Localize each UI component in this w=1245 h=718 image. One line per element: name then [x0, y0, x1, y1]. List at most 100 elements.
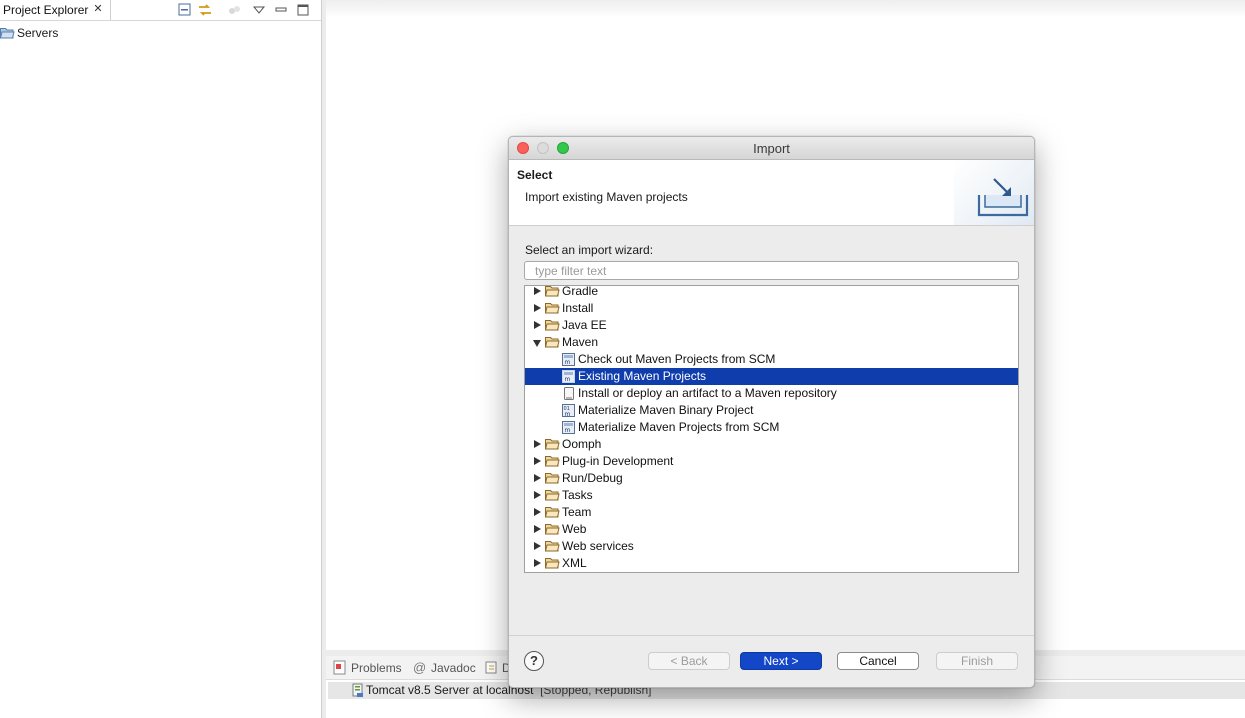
- folder-open-icon: [0, 27, 15, 42]
- collapse-arrow-icon[interactable]: [533, 340, 541, 347]
- tree-item-label: XML: [562, 556, 587, 570]
- tab-label: Javadoc: [431, 661, 476, 675]
- tree-item-maven[interactable]: Maven: [525, 334, 1018, 351]
- expand-arrow-icon[interactable]: [534, 457, 541, 465]
- expand-arrow-icon[interactable]: [534, 508, 541, 516]
- folder-icon: [544, 506, 560, 521]
- tree-item-label: Plug-in Development: [562, 454, 674, 468]
- project-explorer-tabbar: Project Explorer ✕: [0, 0, 321, 21]
- tree-item-label: Tasks: [562, 488, 593, 502]
- dialog-title: Import: [753, 141, 790, 156]
- expand-arrow-icon[interactable]: [534, 542, 541, 550]
- tree-item-web-services[interactable]: Web services: [525, 538, 1018, 555]
- maximize-icon[interactable]: [295, 2, 311, 18]
- tree-item-plugin-development[interactable]: Plug-in Development: [525, 453, 1018, 470]
- close-icon[interactable]: ✕: [92, 3, 104, 15]
- wizard-body: Select an import wizard: Gradle Install …: [509, 226, 1034, 636]
- svg-text:m: m: [565, 411, 571, 418]
- expand-arrow-icon[interactable]: [534, 491, 541, 499]
- expand-arrow-icon[interactable]: [534, 321, 541, 329]
- folder-icon: [544, 286, 560, 300]
- tree-item-label: Install: [562, 301, 594, 315]
- tab-declaration[interactable]: D: [484, 660, 511, 676]
- expand-arrow-icon[interactable]: [534, 559, 541, 567]
- expand-arrow-icon[interactable]: [534, 440, 541, 448]
- tree-item-materialize-scm[interactable]: m Materialize Maven Projects from SCM: [525, 419, 1018, 436]
- import-dialog: Import Select Import existing Maven proj…: [508, 136, 1035, 688]
- tree-item-label: Install or deploy an artifact to a Maven…: [578, 386, 837, 400]
- tree-item-java-ee[interactable]: Java EE: [525, 317, 1018, 334]
- folder-icon: [544, 319, 560, 334]
- expand-arrow-icon[interactable]: [534, 287, 541, 295]
- tree-item-install[interactable]: Install: [525, 300, 1018, 317]
- declaration-icon: [485, 661, 497, 674]
- folder-icon: [544, 438, 560, 453]
- finish-button[interactable]: Finish: [936, 652, 1018, 670]
- dialog-titlebar[interactable]: Import: [509, 137, 1034, 160]
- tree-item-materialize-binary[interactable]: 01 m Materialize Maven Binary Project: [525, 402, 1018, 419]
- back-button[interactable]: < Back: [648, 652, 730, 670]
- link-with-editor-icon[interactable]: [197, 2, 213, 18]
- tree-item-oomph[interactable]: Oomph: [525, 436, 1018, 453]
- wizard-tree[interactable]: Gradle Install Java EE Maven m Check out…: [524, 285, 1019, 573]
- cancel-button[interactable]: Cancel: [837, 652, 919, 670]
- folder-icon: [544, 540, 560, 555]
- tree-item-label: Gradle: [562, 285, 599, 298]
- folder-icon: [544, 523, 560, 538]
- tab-javadoc[interactable]: @ Javadoc: [412, 660, 480, 676]
- problems-icon: [333, 660, 346, 675]
- folder-open-icon: [544, 336, 560, 351]
- wizard-page-description: Import existing Maven projects: [525, 190, 688, 204]
- expand-arrow-icon[interactable]: [534, 474, 541, 482]
- tree-item-label: Team: [562, 505, 592, 519]
- tab-problems[interactable]: Problems: [332, 660, 412, 676]
- project-explorer-view: Project Explorer ✕ Servers: [0, 0, 322, 718]
- folder-icon: [544, 557, 560, 572]
- tree-item-checkout-maven-scm[interactable]: m Check out Maven Projects from SCM: [525, 351, 1018, 368]
- filter-input[interactable]: [524, 261, 1019, 280]
- server-icon: [352, 683, 363, 697]
- tree-item-web[interactable]: Web: [525, 521, 1018, 538]
- tree-item-label: Check out Maven Projects from SCM: [578, 352, 776, 366]
- tree-item-label: Web services: [562, 539, 634, 553]
- expand-arrow-icon[interactable]: [534, 304, 541, 312]
- tree-item-gradle[interactable]: Gradle: [525, 285, 1018, 300]
- svg-text:m: m: [565, 427, 571, 434]
- at-icon: @: [413, 660, 427, 675]
- folder-icon: [544, 472, 560, 487]
- tab-label: Project Explorer: [3, 3, 89, 17]
- tree-item-xml[interactable]: XML: [525, 555, 1018, 572]
- tree-item-label: Materialize Maven Binary Project: [578, 403, 754, 417]
- minimize-icon[interactable]: [273, 2, 289, 18]
- wizard-list-label: Select an import wizard:: [525, 243, 654, 257]
- svg-text:m: m: [565, 359, 571, 366]
- wizard-page-title: Select: [517, 168, 553, 182]
- tree-item-team[interactable]: Team: [525, 504, 1018, 521]
- tree-item-run-debug[interactable]: Run/Debug: [525, 470, 1018, 487]
- tree-item-label: Run/Debug: [562, 471, 623, 485]
- folder-icon: [544, 489, 560, 504]
- next-button[interactable]: Next >: [740, 652, 822, 670]
- tree-item-label: Maven: [562, 335, 599, 349]
- footer-separator: [509, 635, 1034, 636]
- help-button[interactable]: ?: [524, 651, 544, 671]
- tab-project-explorer[interactable]: Project Explorer ✕: [0, 0, 111, 20]
- tree-item-label: Materialize Maven Projects from SCM: [578, 420, 780, 434]
- tree-item-label: Web: [562, 522, 587, 536]
- collapse-all-icon[interactable]: [177, 2, 193, 18]
- tree-item-label: Existing Maven Projects: [578, 369, 707, 383]
- view-menu-icon[interactable]: [251, 2, 267, 18]
- import-wizard-icon: [977, 178, 1029, 217]
- editor-top-shadow: [326, 0, 1245, 18]
- wizard-banner: [954, 160, 1034, 225]
- tab-label: Problems: [351, 661, 402, 675]
- tree-item-tasks[interactable]: Tasks: [525, 487, 1018, 504]
- expand-arrow-icon[interactable]: [534, 525, 541, 533]
- tree-item-label: Java EE: [562, 318, 607, 332]
- tree-item-existing-maven-projects[interactable]: m Existing Maven Projects: [525, 368, 1018, 385]
- folder-icon: [544, 455, 560, 470]
- tree-item-label: Servers: [17, 26, 59, 40]
- tree-item-install-deploy-artifact[interactable]: Install or deploy an artifact to a Maven…: [525, 385, 1018, 402]
- tree-item-servers[interactable]: Servers: [0, 24, 200, 42]
- filters-icon[interactable]: [226, 2, 242, 18]
